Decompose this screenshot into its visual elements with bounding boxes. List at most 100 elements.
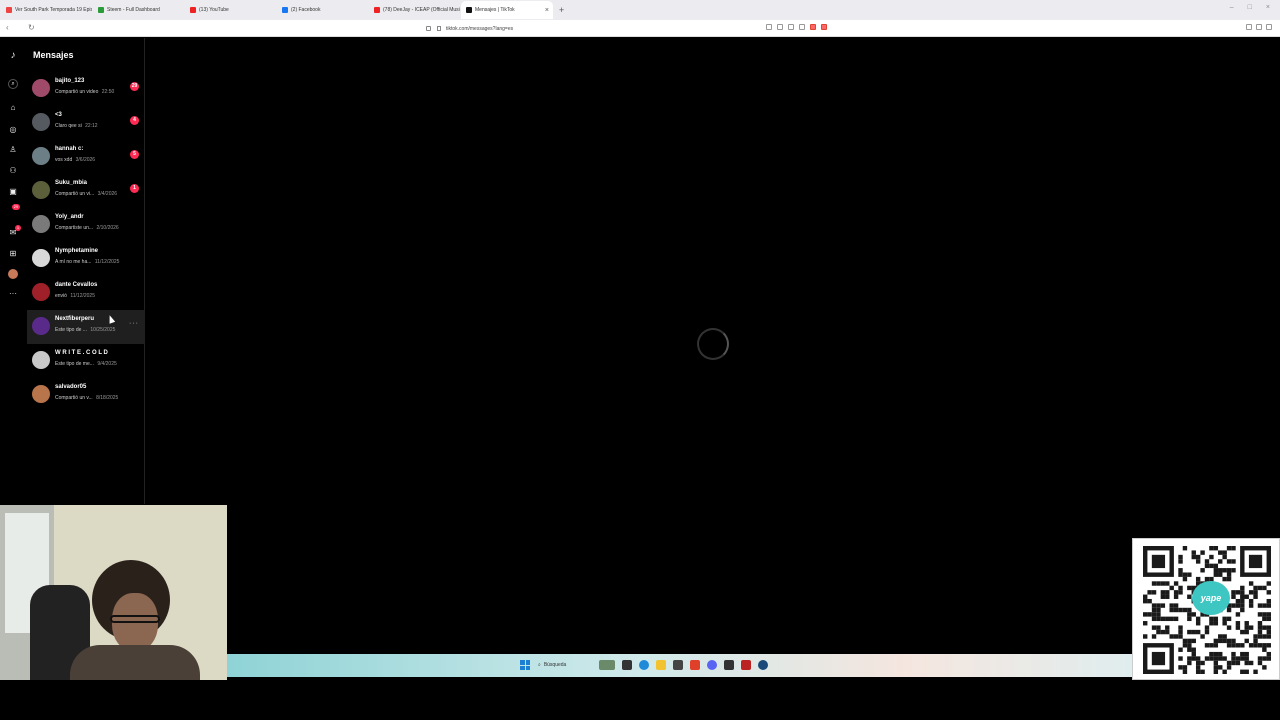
conversation-name: <3 bbox=[55, 112, 62, 118]
taskbar-apps bbox=[599, 660, 768, 670]
brave-rewards-icon[interactable] bbox=[821, 24, 827, 30]
conversation-name: Nextfiberperu bbox=[55, 316, 95, 322]
browser-tab[interactable]: (2) Facebook bbox=[277, 1, 368, 19]
extension-icon[interactable] bbox=[788, 24, 794, 30]
friends-icon[interactable]: ⚇ bbox=[8, 165, 18, 175]
back-icon[interactable]: ‹ bbox=[6, 23, 9, 32]
maximize-icon[interactable]: □ bbox=[1248, 4, 1252, 11]
conversation-time: 3/4/2026 bbox=[97, 191, 118, 197]
tab-label: (78) DeeJay - ICEAP (Official Music bbox=[383, 7, 460, 13]
tab-label: Mensajes | TikTok bbox=[475, 7, 515, 13]
conversation-item[interactable]: Suku_mbia Compartió un vi... 3/4/2026 1 bbox=[27, 174, 145, 208]
taskbar-search[interactable]: ⌕ Búsqueda bbox=[538, 659, 594, 671]
close-icon[interactable]: × bbox=[545, 7, 549, 14]
window-controls: – □ × bbox=[1230, 4, 1270, 11]
conversation-name: dante Cevallos bbox=[55, 282, 98, 288]
extension-icon[interactable] bbox=[799, 24, 805, 30]
close-window-icon[interactable]: × bbox=[1266, 4, 1270, 11]
discord-icon[interactable] bbox=[707, 660, 717, 670]
conversation-time: 22:12 bbox=[85, 123, 98, 129]
following-icon[interactable]: ♙ bbox=[8, 144, 18, 154]
conversation-item[interactable]: hannah c: vos xdd 3/6/2026 5 bbox=[27, 140, 145, 174]
messages-panel: Mensajes bajito_123 Compartió un video 22… bbox=[27, 38, 145, 504]
browser-tab[interactable]: Mensajes | TikTok × bbox=[461, 1, 553, 19]
conversation-name: Yoly_andr bbox=[55, 214, 84, 220]
conversation-time: 22:50 bbox=[101, 89, 115, 95]
steam-icon[interactable] bbox=[758, 660, 768, 670]
conversation-item[interactable]: bajito_123 Compartió un video 22:50 29 bbox=[27, 72, 145, 106]
obs-icon[interactable] bbox=[724, 660, 734, 670]
upload-icon[interactable]: ⊞ bbox=[8, 248, 18, 258]
more-icon[interactable]: ··· bbox=[8, 288, 18, 298]
conversation-item[interactable]: Yoly_andr Compartiste un... 2/10/2026 bbox=[27, 208, 145, 242]
avatar bbox=[32, 317, 50, 335]
conversation-time: 9/4/2025 bbox=[97, 361, 117, 367]
conversation-name: Nymphetamine bbox=[55, 248, 99, 254]
browser-toolbar: ‹ ↻ tiktok.com/messages?lang=es bbox=[0, 20, 1280, 37]
unread-badge: 4 bbox=[130, 116, 139, 125]
widgets-icon[interactable] bbox=[599, 660, 615, 670]
browser-tab[interactable]: (78) DeeJay - ICEAP (Official Music bbox=[369, 1, 460, 19]
avatar bbox=[32, 283, 50, 301]
conversation-time: 11/12/2025 bbox=[70, 293, 95, 299]
home-icon[interactable]: ⌂ bbox=[8, 102, 18, 112]
conversation-item[interactable]: dante Cevallos envió 11/12/2025 bbox=[27, 276, 145, 310]
explore-icon[interactable]: ◎ bbox=[8, 124, 18, 134]
tiktok-logo-icon[interactable]: ♪ bbox=[8, 50, 18, 61]
activity-badge: 29 bbox=[12, 204, 20, 210]
app-icon[interactable] bbox=[741, 660, 751, 670]
unread-badge: 5 bbox=[130, 150, 139, 159]
conversation-preview: envió 11/12/2025 bbox=[55, 293, 95, 299]
tab-label: Steem - Full Dashboard bbox=[107, 7, 160, 13]
menu-icon[interactable] bbox=[1266, 24, 1272, 30]
avatar bbox=[32, 79, 50, 97]
conversation-item[interactable]: W R I T E . C O L D Este tipo de me... 9/… bbox=[27, 344, 145, 378]
task-view-icon[interactable] bbox=[622, 660, 632, 670]
search-icon: ⌕ bbox=[538, 662, 541, 668]
browser-tab[interactable]: Steem - Full Dashboard bbox=[93, 1, 184, 19]
edge-icon[interactable] bbox=[639, 660, 649, 670]
conversation-preview: Compartió un vi... 3/4/2026 bbox=[55, 191, 118, 197]
tab-favicon-icon bbox=[282, 7, 288, 13]
conversation-preview: Compartió un video 22:50 bbox=[55, 89, 115, 95]
windows-start-icon[interactable] bbox=[520, 660, 530, 670]
file-explorer-icon[interactable] bbox=[656, 660, 666, 670]
extension-icon[interactable] bbox=[777, 24, 783, 30]
site-info-icon[interactable] bbox=[437, 26, 441, 31]
conversation-item[interactable]: <3 Claro qee si 22:12 4 bbox=[27, 106, 145, 140]
tab-label: (13) YouTube bbox=[199, 7, 229, 13]
conversation-preview: Compartiste un... 2/10/2026 bbox=[55, 225, 119, 231]
bookmark-icon[interactable] bbox=[426, 26, 431, 31]
avatar bbox=[32, 385, 50, 403]
avatar bbox=[32, 249, 50, 267]
search-icon[interactable]: ⌕ bbox=[8, 79, 18, 89]
tab-favicon-icon bbox=[466, 7, 472, 13]
live-icon[interactable]: ▣ bbox=[8, 186, 18, 196]
sidebar-icon[interactable] bbox=[1246, 24, 1252, 30]
extension-icon[interactable] bbox=[766, 24, 772, 30]
person-body bbox=[70, 645, 200, 680]
conversation-item[interactable]: salvador05 Compartió un v... 8/18/2025 bbox=[27, 378, 145, 412]
browser-tab[interactable]: (13) YouTube bbox=[185, 1, 276, 19]
extensions bbox=[766, 24, 827, 30]
new-tab-button[interactable]: + bbox=[559, 5, 564, 15]
wallet-icon[interactable] bbox=[1256, 24, 1262, 30]
minimize-icon[interactable]: – bbox=[1230, 4, 1234, 11]
browser-tab[interactable]: Ver South Park Temporada 19 Episo bbox=[1, 1, 92, 19]
avatar bbox=[32, 113, 50, 131]
browser-menu-area bbox=[1246, 24, 1272, 30]
yape-logo: yape bbox=[1192, 581, 1230, 615]
url-text: tiktok.com/messages?lang=es bbox=[446, 25, 514, 32]
reload-icon[interactable]: ↻ bbox=[28, 23, 35, 32]
app-icon[interactable] bbox=[673, 660, 683, 670]
avatar bbox=[32, 351, 50, 369]
more-options-icon[interactable]: ··· bbox=[129, 320, 139, 327]
brave-shield-icon[interactable] bbox=[810, 24, 816, 30]
profile-avatar[interactable] bbox=[8, 269, 18, 279]
conversation-item[interactable]: Nymphetamine A mí no me ha... 11/12/2025 bbox=[27, 242, 145, 276]
brave-icon[interactable] bbox=[690, 660, 700, 670]
tab-favicon-icon bbox=[374, 7, 380, 13]
conversation-item[interactable]: Nextfiberperu Este tipo de ... 10/25/2025… bbox=[27, 310, 145, 344]
tab-label: Ver South Park Temporada 19 Episo bbox=[15, 7, 92, 13]
unread-badge: 29 bbox=[130, 82, 139, 91]
